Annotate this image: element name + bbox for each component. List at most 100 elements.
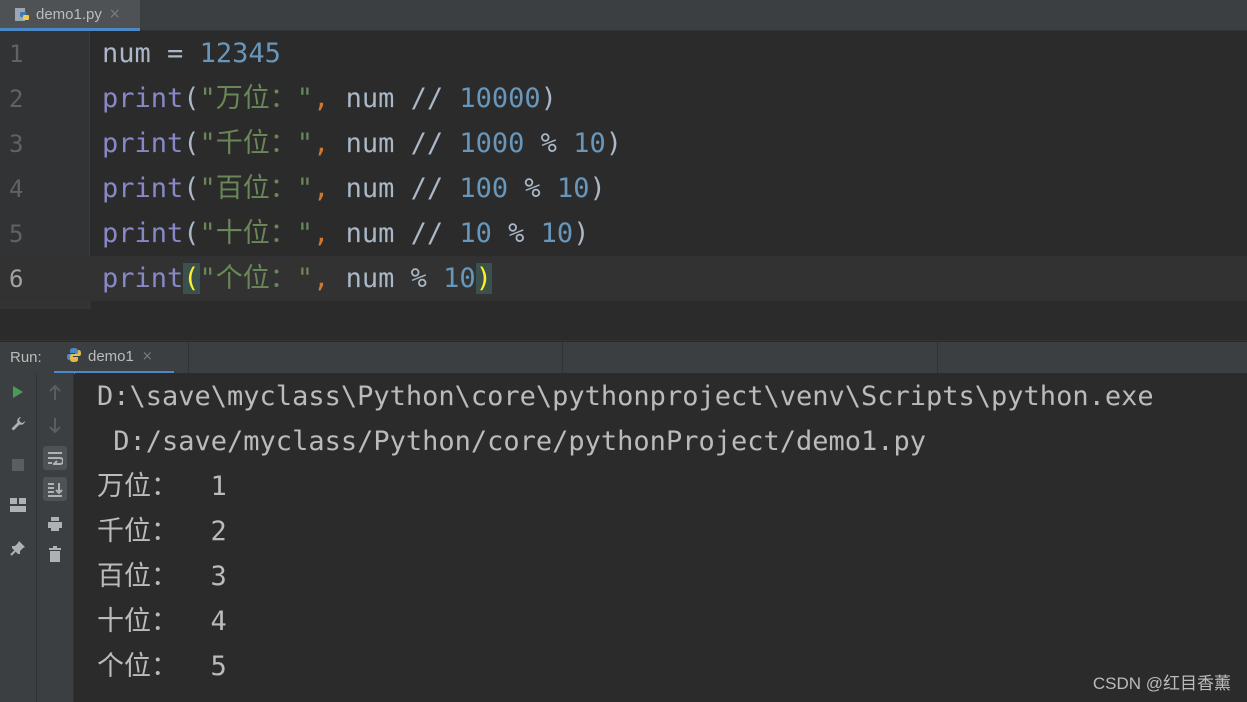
code-token: 10 [443, 263, 476, 294]
line-number: 1 [9, 40, 24, 68]
run-toolbar-secondary [37, 373, 74, 702]
run-tab-label: demo1 [88, 348, 134, 365]
stop-icon[interactable] [6, 453, 30, 477]
code-token: , [313, 263, 330, 294]
code-line[interactable]: 6 print("个位：", num % 10) [0, 256, 1247, 301]
print-icon[interactable] [43, 512, 67, 536]
code-token: "千位：" [199, 128, 314, 159]
code-token: print [102, 83, 184, 114]
code-text: print("百位：", num // 100 % 10) [102, 171, 606, 207]
code-token: , [313, 218, 330, 249]
code-token: 1000 [459, 128, 525, 159]
divider [562, 342, 563, 374]
close-icon[interactable]: × [109, 6, 121, 22]
run-toolbar-primary [0, 373, 37, 702]
code-line[interactable]: 4 print("百位：", num // 100 % 10) [0, 166, 1247, 211]
code-token: num // [329, 83, 460, 114]
line-number: 5 [9, 220, 24, 248]
console-line: D:\save\myclass\Python\core\pythonprojec… [97, 381, 1154, 412]
editor-bottom-area [0, 309, 1247, 341]
arrow-down-icon[interactable] [43, 413, 67, 437]
line-number: 4 [9, 175, 24, 203]
code-text: print("万位：", num // 10000) [102, 81, 557, 117]
code-token: ) [540, 83, 557, 114]
code-token: "百位：" [199, 173, 314, 204]
code-token: print [102, 218, 184, 249]
code-token: 10000 [459, 83, 541, 114]
tab-run-demo1[interactable]: demo1 × [54, 342, 174, 374]
line-number: 3 [9, 130, 24, 158]
python-file-icon [14, 6, 31, 23]
code-token: 100 [459, 173, 509, 204]
layout-icon[interactable] [6, 493, 30, 517]
code-token: 10 [556, 173, 590, 204]
code-line[interactable]: 1 num = 12345 [0, 31, 1247, 76]
code-token: ( [183, 128, 200, 159]
code-token: 12345 [199, 38, 281, 69]
editor-tab-bar: demo1.py × [0, 0, 1247, 31]
code-token: 10 [573, 128, 606, 159]
code-text: num = 12345 [102, 36, 281, 72]
tab-label: demo1.py [36, 5, 102, 23]
run-tool-window-header: Run: demo1 × [0, 341, 1247, 374]
code-token: = [150, 38, 200, 69]
console-line: 十位： 4 [97, 606, 227, 637]
code-token: ( [183, 218, 200, 249]
code-token: ) [589, 173, 606, 204]
trash-icon[interactable] [43, 542, 67, 566]
code-token: print [102, 173, 184, 204]
code-editor[interactable]: 1 num = 12345 2 print("万位：", num // 10000) 3… [0, 31, 1247, 309]
code-token: num // [329, 218, 460, 249]
console-line: 万位： 1 [97, 471, 227, 502]
scroll-to-end-icon[interactable] [43, 477, 67, 501]
arrow-up-icon[interactable] [43, 381, 67, 405]
console-line: 千位： 2 [97, 516, 227, 547]
code-token: "十位：" [199, 218, 314, 249]
code-token: 10 [540, 218, 574, 249]
code-text: print("千位：", num // 1000 % 10) [102, 126, 622, 162]
console-line: 百位： 3 [97, 561, 227, 592]
console-line: D:/save/myclass/Python/core/pythonProjec… [97, 426, 927, 457]
code-token: , [313, 173, 330, 204]
tab-demo1-py[interactable]: demo1.py × [0, 0, 140, 31]
code-token: "万位：" [199, 83, 314, 114]
code-token: ) [573, 218, 590, 249]
code-token: num // [329, 128, 460, 159]
console-line: 个位： 5 [97, 651, 227, 682]
line-number: 2 [9, 85, 24, 113]
close-icon[interactable]: × [142, 349, 153, 364]
code-token: % [491, 218, 541, 249]
code-line[interactable]: 5 print("十位：", num // 10 % 10) [0, 211, 1247, 256]
divider [188, 342, 189, 374]
line-number: 6 [9, 265, 24, 293]
code-token: , [313, 83, 330, 114]
code-token: "个位：" [199, 263, 314, 294]
code-token: num [102, 38, 151, 69]
divider [937, 342, 938, 374]
code-token: % [524, 128, 574, 159]
code-line[interactable]: 2 print("万位：", num // 10000) [0, 76, 1247, 121]
python-icon [66, 347, 82, 367]
code-token: print [102, 128, 184, 159]
code-token: num % [329, 263, 444, 294]
rerun-icon[interactable] [6, 380, 30, 404]
watermark: CSDN @红目香薰 [1092, 674, 1231, 693]
run-console[interactable]: D:\save\myclass\Python\core\pythonprojec… [75, 373, 1247, 702]
code-token: ( [183, 173, 200, 204]
code-token: ( [183, 263, 200, 294]
code-token: ) [475, 263, 492, 294]
wrench-icon[interactable] [6, 412, 30, 436]
code-token: num // [329, 173, 460, 204]
code-token: ) [605, 128, 622, 159]
code-token: , [313, 128, 330, 159]
soft-wrap-icon[interactable] [43, 446, 67, 470]
code-token: 10 [459, 218, 492, 249]
code-token: % [508, 173, 557, 204]
pin-icon[interactable] [6, 536, 30, 560]
code-text: print("十位：", num // 10 % 10) [102, 216, 589, 252]
code-text: print("个位：", num % 10) [102, 261, 492, 297]
code-line[interactable]: 3 print("千位：", num // 1000 % 10) [0, 121, 1247, 166]
run-label: Run: [10, 349, 42, 366]
code-token: print [102, 263, 184, 294]
code-token: ( [183, 83, 200, 114]
